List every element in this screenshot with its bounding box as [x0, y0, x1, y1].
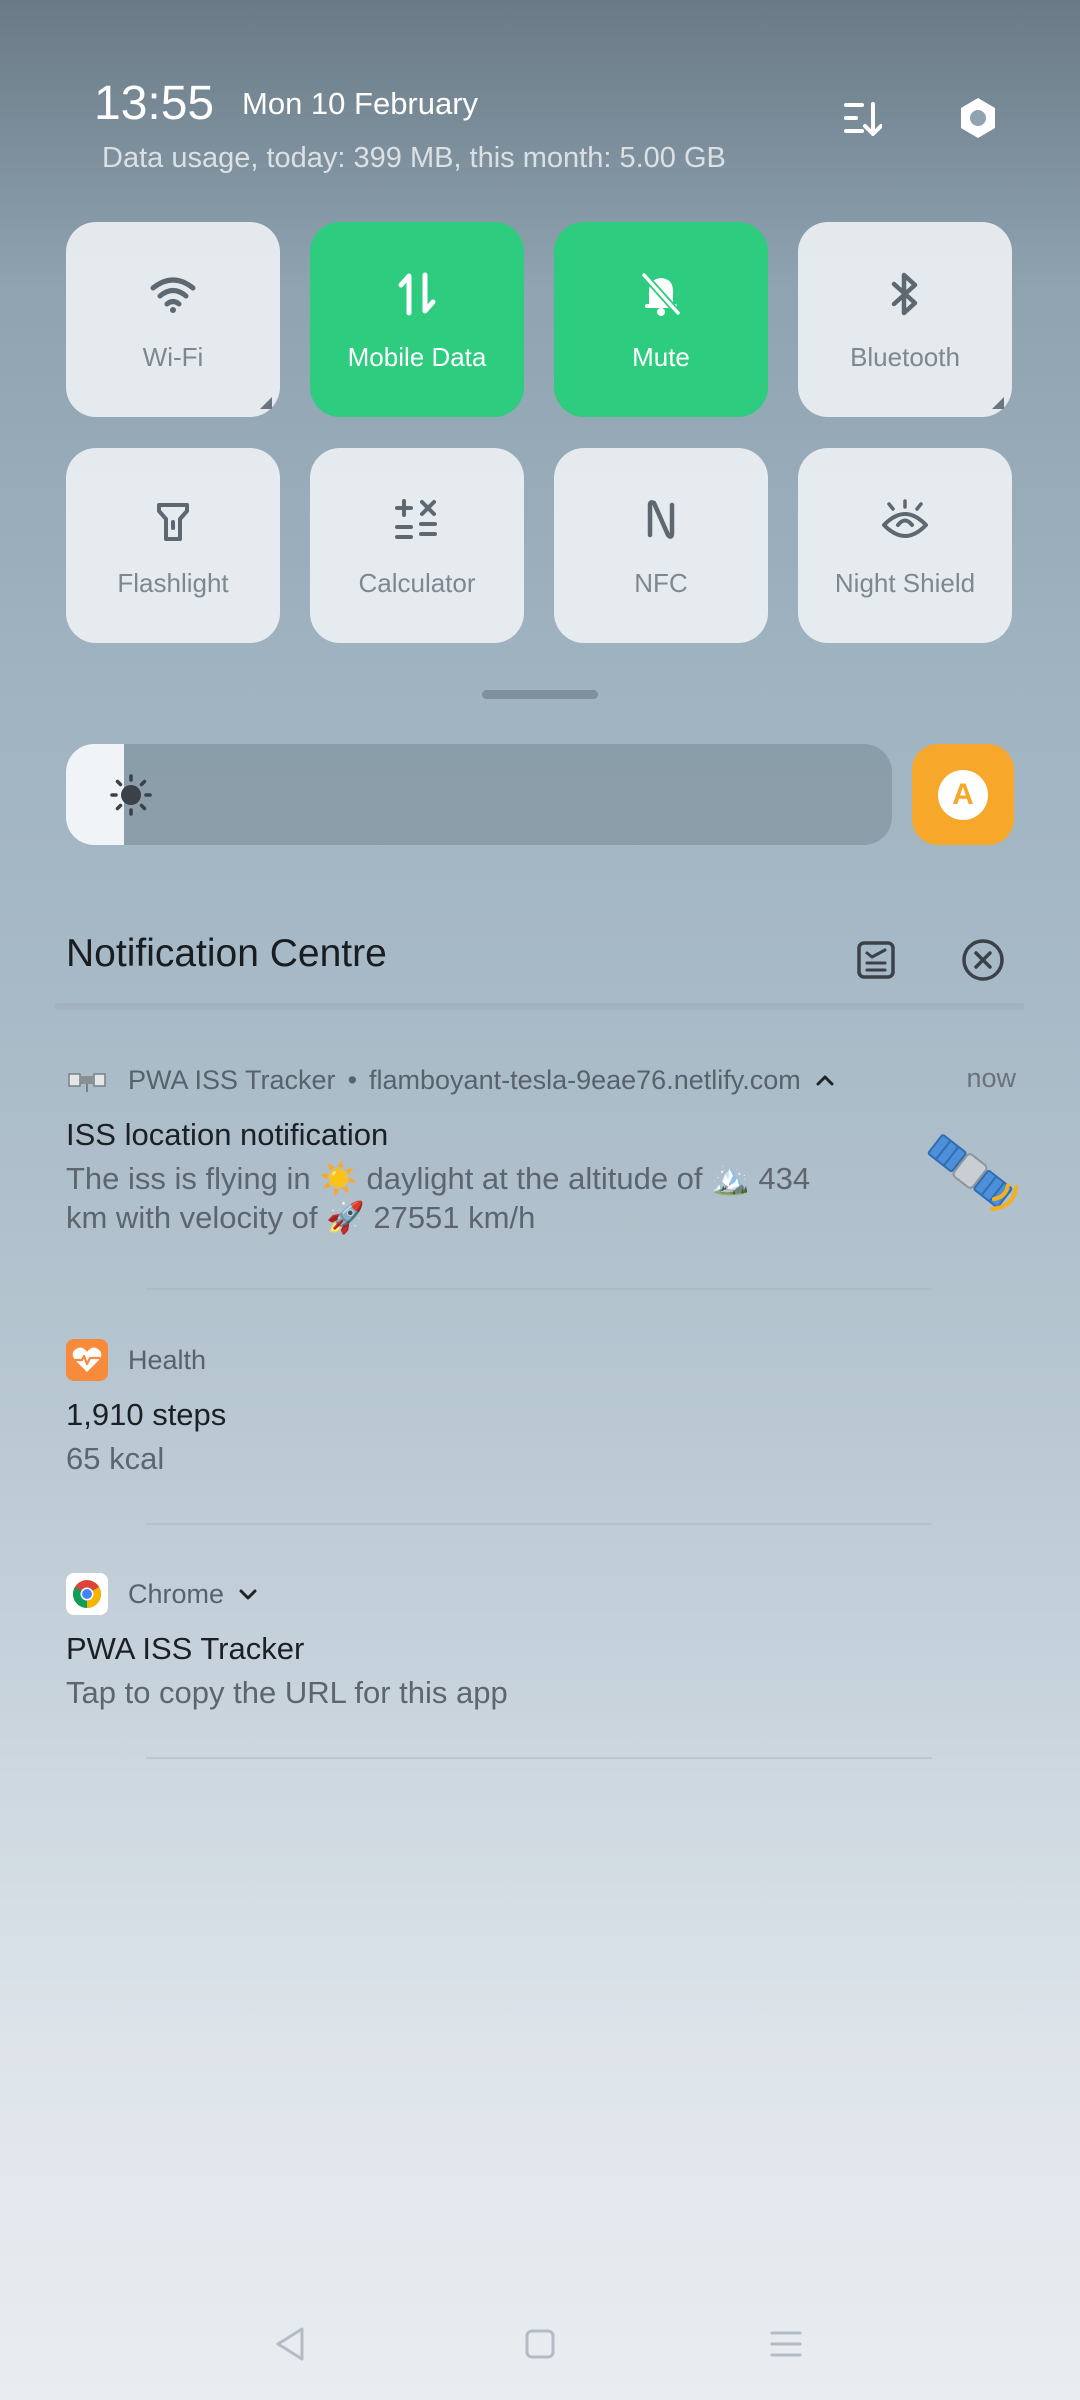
chevron-up-icon[interactable] — [813, 1068, 837, 1092]
notification-body-line: km with velocity of 🚀 27551 km/h — [66, 1200, 536, 1235]
back-nav-icon[interactable] — [262, 2316, 318, 2372]
tile-label: Wi-Fi — [142, 342, 204, 372]
notification-centre-title: Notification Centre — [66, 932, 387, 975]
sun-icon — [110, 774, 152, 816]
tile-label: Calculator — [358, 568, 476, 598]
notification-header: PWA ISS Tracker • flamboyant-tesla-9eae7… — [66, 1059, 1016, 1101]
mute-bell-icon — [635, 268, 687, 320]
status-date: Mon 10 February — [242, 86, 479, 121]
wifi-icon — [147, 268, 199, 320]
tile-bluetooth[interactable]: Bluetooth — [798, 222, 1012, 417]
notification-app-name: PWA ISS Tracker — [128, 1064, 336, 1095]
satellite-icon — [920, 1121, 1020, 1221]
tile-mute[interactable]: Mute — [554, 222, 768, 417]
notification-title: 1,910 steps — [66, 1397, 227, 1432]
notification-chrome[interactable]: Chrome PWA ISS Tracker Tap to copy the U… — [66, 1573, 1016, 1712]
status-time: 13:55 — [94, 77, 215, 130]
panel-drag-handle[interactable] — [482, 690, 598, 699]
auto-brightness-button[interactable]: A — [912, 744, 1014, 845]
tile-label: Bluetooth — [850, 342, 960, 372]
notification-health[interactable]: Health 1,910 steps 65 kcal — [66, 1339, 1016, 1478]
quick-settings-grid: Wi-Fi Mobile Data Mute Bluetooth Flashli… — [66, 222, 1012, 643]
nfc-icon — [635, 494, 687, 546]
home-nav-icon[interactable] — [512, 2316, 568, 2372]
tile-label: Night Shield — [834, 568, 976, 598]
tile-label: NFC — [634, 568, 688, 598]
recents-nav-icon[interactable] — [758, 2316, 814, 2372]
notification-divider — [146, 1757, 932, 1759]
edit-tiles-icon[interactable] — [832, 88, 892, 148]
tile-calculator[interactable]: Calculator — [310, 448, 524, 643]
notification-divider — [146, 1523, 932, 1525]
health-app-icon — [66, 1339, 108, 1381]
section-divider — [55, 1003, 1024, 1010]
manage-notifications-icon[interactable] — [848, 932, 904, 988]
tile-label: Mobile Data — [347, 342, 487, 372]
notification-title: ISS location notification — [66, 1117, 389, 1152]
bluetooth-icon — [879, 268, 931, 320]
notification-body-line: The iss is flying in ☀️ daylight at the … — [66, 1161, 811, 1196]
tile-wifi[interactable]: Wi-Fi — [66, 222, 280, 417]
notification-time: now — [966, 1063, 1016, 1093]
satellite-app-icon — [66, 1059, 108, 1101]
tile-night-shield[interactable]: Night Shield — [798, 448, 1012, 643]
tile-nfc[interactable]: NFC — [554, 448, 768, 643]
settings-icon[interactable] — [948, 88, 1008, 148]
notification-body: Tap to copy the URL for this app — [66, 1675, 508, 1710]
tile-flashlight[interactable]: Flashlight — [66, 448, 280, 643]
chrome-icon — [66, 1573, 108, 1615]
clear-all-icon[interactable] — [955, 932, 1011, 988]
flashlight-icon — [147, 494, 199, 546]
tile-label: Flashlight — [117, 568, 229, 598]
notification-separator: • — [347, 1064, 358, 1095]
notification-header: Chrome — [66, 1573, 1016, 1615]
tile-mobile-data[interactable]: Mobile Data — [310, 222, 524, 417]
calculator-icon — [391, 494, 443, 546]
notification-body: 65 kcal — [66, 1441, 165, 1476]
notification-divider — [146, 1288, 932, 1290]
data-usage-text[interactable]: Data usage, today: 399 MB, this month: 5… — [102, 142, 726, 175]
notification-title: PWA ISS Tracker — [66, 1631, 305, 1666]
tile-expand-corner — [260, 397, 272, 409]
notification-source: flamboyant-tesla-9eae76.netlify.com — [369, 1064, 801, 1095]
notification-body: The iss is flying in ☀️ daylight at the … — [66, 1159, 866, 1237]
eye-icon — [879, 494, 931, 546]
tile-label: Mute — [632, 342, 690, 372]
notification-iss-tracker[interactable]: PWA ISS Tracker • flamboyant-tesla-9eae7… — [66, 1059, 1018, 1237]
brightness-slider[interactable] — [66, 744, 892, 845]
notification-app-name: Chrome — [128, 1578, 225, 1609]
auto-brightness-label: A — [938, 769, 988, 820]
notification-header: Health — [66, 1339, 1016, 1381]
mobile-data-icon — [391, 268, 443, 320]
tile-expand-corner — [992, 397, 1004, 409]
notification-app-name: Health — [128, 1344, 207, 1375]
chevron-down-icon[interactable] — [236, 1582, 260, 1606]
